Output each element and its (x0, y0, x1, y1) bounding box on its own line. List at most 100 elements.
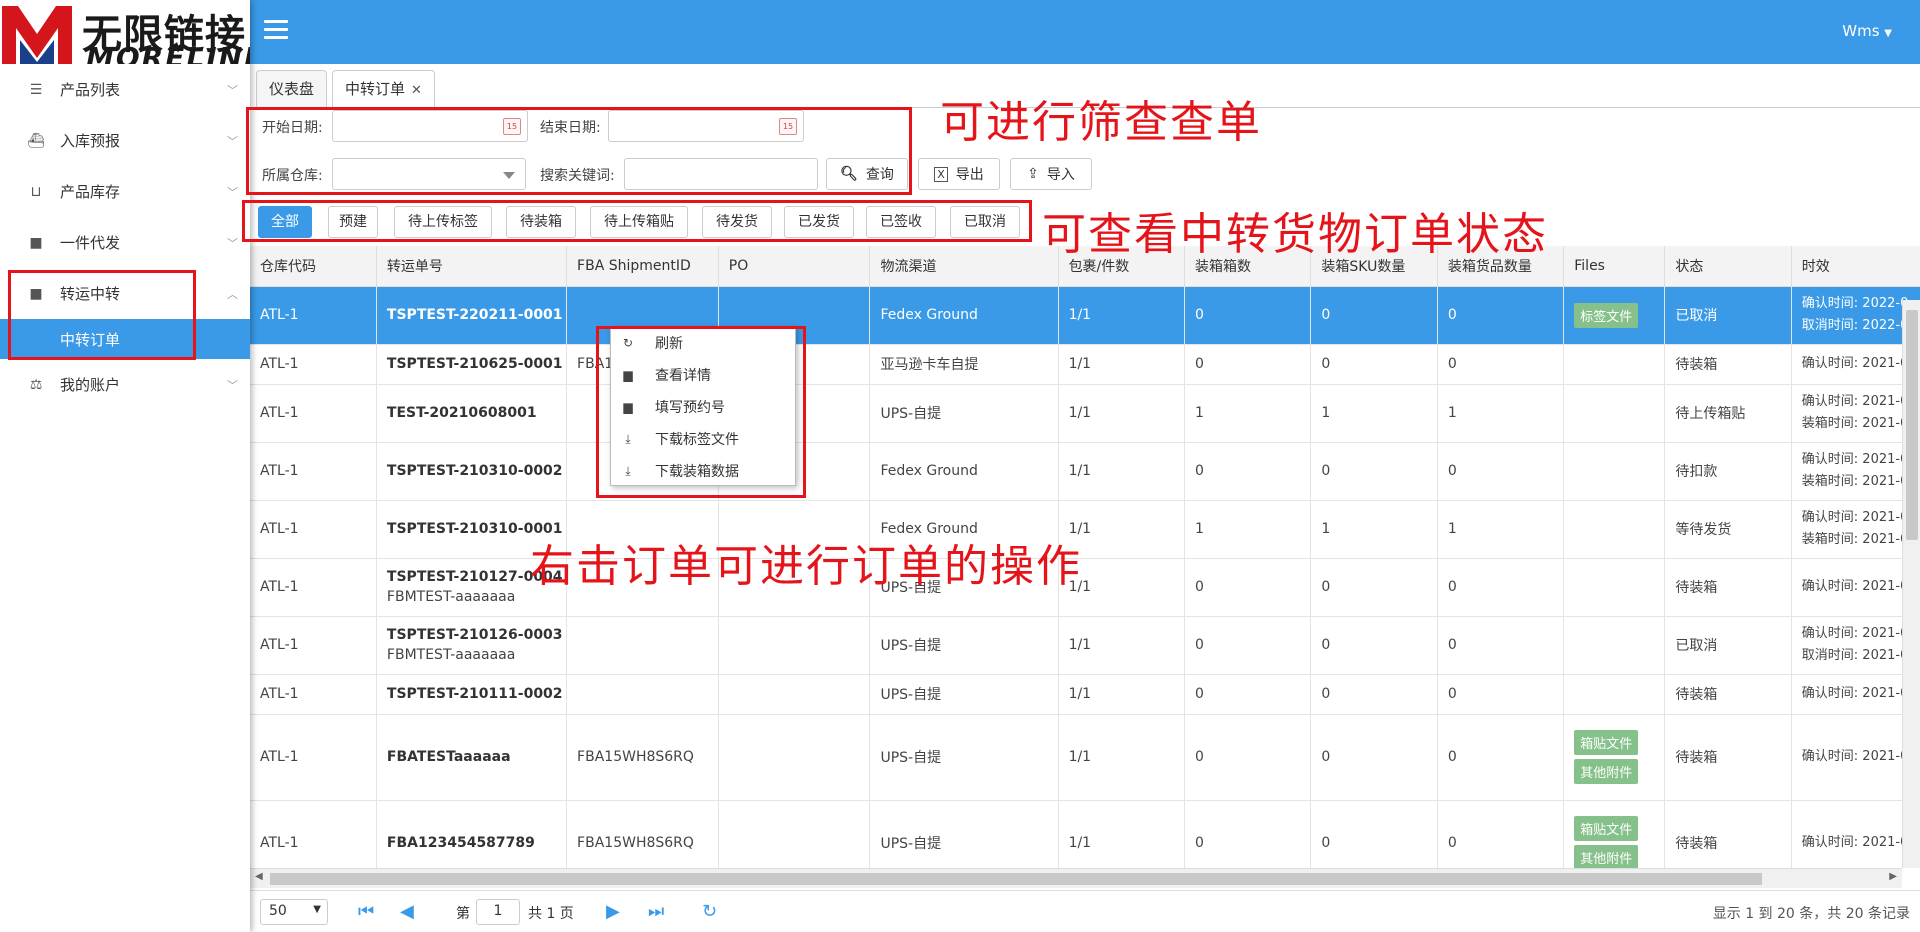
logistics-channel: Fedex Ground (880, 521, 978, 537)
prev-page-icon[interactable]: ◀ (400, 901, 414, 922)
table-row[interactable]: ATL-1 FBA123454587789 FBA15WH8S6RQ UPS-自提 1/… (250, 800, 1920, 868)
status-tab-prebuilt[interactable]: 预建 (328, 206, 378, 238)
sidebar-item-label: 一件代发 (60, 234, 121, 252)
table-row[interactable]: ATL-1 TEST-20210608001 UPS-自提 1/1 1 1 1 待上传箱贴 确认… (250, 384, 1920, 443)
file-button[interactable]: 其他附件 (1574, 845, 1639, 868)
column-header[interactable]: 仓库代码 (250, 246, 377, 287)
horizontal-scrollbar[interactable]: ◀ ▶ (250, 868, 1902, 888)
order-number[interactable]: TSPTEST-220211-0001 (387, 307, 566, 323)
warehouse-code: ATL-1 (260, 405, 299, 421)
import-button[interactable]: ⇪ 导入 (1010, 158, 1092, 190)
order-number[interactable]: TSPTEST-210127-0004 (387, 569, 566, 585)
logo-mark-icon (2, 6, 72, 64)
item-count: 0 (1447, 463, 1457, 479)
order-number[interactable]: TSPTEST-210111-0002 (387, 686, 566, 702)
scrollbar-thumb[interactable] (1906, 310, 1918, 540)
order-number[interactable]: TSPTEST-210126-0003 (387, 627, 566, 643)
order-ref: FBMTEST-aaaaaaa (386, 589, 516, 605)
package-count: 1/1 (1068, 405, 1092, 421)
column-header[interactable]: Files (1563, 246, 1666, 287)
table-row[interactable]: ATL-1 TSPTEST-210127-0004 FBMTEST-aaaaaaa U… (250, 558, 1920, 617)
table-row[interactable]: ATL-1 TSPTEST-210310-0002 Fedex Ground 1/1 0… (250, 442, 1920, 501)
status-tab-all[interactable]: 全部 (258, 206, 312, 238)
context-item-download-packing[interactable]: ⤓ 下载装箱数据 (611, 455, 795, 487)
table-row[interactable]: ATL-1 TSPTEST-210625-0001 FBA1 亚马逊卡车自提 1/1 0 0… (250, 344, 1920, 385)
sku-count: 0 (1321, 637, 1331, 653)
column-header[interactable]: 装箱箱数 (1184, 246, 1312, 287)
warehouse-code: ATL-1 (260, 637, 299, 653)
last-page-icon[interactable]: ⏭ (648, 901, 664, 922)
order-number[interactable]: TEST-20210608001 (387, 405, 566, 421)
package-count: 1/1 (1068, 521, 1092, 537)
file-button[interactable]: 箱贴文件 (1574, 730, 1639, 755)
sidebar-item-transfer-orders[interactable]: 中转订单 (0, 319, 250, 359)
status-text: 待扣款 (1675, 464, 1718, 480)
table-row[interactable]: ATL-1 TSPTEST-210111-0002 UPS-自提 1/1 0 0 0 待装箱确… (250, 674, 1920, 715)
keyword-input[interactable] (624, 158, 818, 190)
table-row[interactable]: ATL-1 FBATESTaaaaaa FBA15WH8S6RQ UPS-自提 1/1 0… (250, 714, 1920, 801)
end-date-input[interactable]: 15 (608, 110, 804, 142)
warehouse-code: ATL-1 (260, 307, 299, 323)
column-header[interactable]: 时效 (1791, 246, 1920, 287)
order-number[interactable]: TSPTEST-210625-0001 (387, 356, 566, 372)
tab-transfer-orders[interactable]: 中转订单 ✕ (332, 70, 435, 109)
status-tab-signed[interactable]: 已签收 (866, 206, 936, 238)
sidebar-item-my-account[interactable]: ⚖ 我的账户 ﹀ (0, 359, 250, 410)
page-number-input[interactable]: 1 (476, 899, 520, 925)
order-number[interactable]: TSPTEST-210310-0002 (387, 463, 566, 479)
page-total: 共 1 页 (528, 906, 574, 922)
close-icon[interactable]: ✕ (411, 83, 422, 98)
scroll-left-icon[interactable]: ◀ (255, 871, 263, 882)
item-count: 0 (1447, 749, 1457, 765)
status-tab-await-packing[interactable]: 待装箱 (506, 206, 576, 238)
table-row[interactable]: ATL-1 TSPTEST-210310-0001 Fedex Ground 1/1 1… (250, 500, 1920, 559)
scrollbar-thumb[interactable] (270, 873, 1762, 885)
tab-dashboard[interactable]: 仪表盘 (256, 70, 328, 108)
reload-icon[interactable]: ↻ (702, 901, 717, 922)
scroll-right-icon[interactable]: ▶ (1889, 871, 1897, 882)
context-item-download-label[interactable]: ⤓ 下载标签文件 (611, 423, 795, 455)
sidebar-item-inbound-forecast[interactable]: ⛴ 入库预报 ﹀ (0, 115, 250, 166)
query-button[interactable]: 🔍︎ 查询 (826, 158, 908, 190)
sidebar-item-product-list[interactable]: ☰ 产品列表 ﹀ (0, 64, 250, 115)
warehouse-select[interactable] (332, 158, 526, 190)
next-page-icon[interactable]: ▶ (606, 901, 620, 922)
vertical-scrollbar[interactable] (1902, 300, 1920, 868)
column-header[interactable]: 物流渠道 (869, 246, 1059, 287)
sidebar-item-dropship[interactable]: ■ 一件代发 ﹀ (0, 217, 250, 268)
column-header[interactable]: 转运单号 (376, 246, 568, 287)
context-item-refresh[interactable]: ↻ 刷新 (611, 327, 795, 359)
table-row[interactable]: ATL-1 TSPTEST-220211-0001 Fedex Ground 1/1 0… (250, 286, 1920, 345)
column-header[interactable]: PO (718, 246, 871, 287)
context-item-details[interactable]: ▆ 查看详情 (611, 359, 795, 391)
export-button[interactable]: X 导出 (918, 158, 1000, 190)
order-number[interactable]: FBATESTaaaaaa (387, 749, 566, 765)
sidebar-item-inventory[interactable]: ⊔ 产品库存 ﹀ (0, 166, 250, 217)
table-row[interactable]: ATL-1 TSPTEST-210126-0003 FBMTEST-aaaaaaa U… (250, 616, 1920, 675)
file-button[interactable]: 箱贴文件 (1574, 816, 1639, 841)
file-button[interactable]: 其他附件 (1574, 759, 1639, 784)
column-header[interactable]: 状态 (1664, 246, 1792, 287)
sidebar-item-transfer[interactable]: ■ 转运中转 ︿ (0, 268, 250, 319)
start-date-input[interactable]: 15 (332, 110, 528, 142)
status-tab-shipped[interactable]: 已发货 (784, 206, 854, 238)
user-menu[interactable]: Wms ▼ (1842, 22, 1892, 40)
column-header[interactable]: FBA ShipmentID (566, 246, 719, 287)
context-item-booking-no[interactable]: ▆ 填写预约号 (611, 391, 795, 423)
column-header[interactable]: 装箱SKU数量 (1310, 246, 1438, 287)
first-page-icon[interactable]: ⏮ (358, 901, 374, 922)
column-header[interactable]: 装箱货品数量 (1437, 246, 1565, 287)
order-number[interactable]: TSPTEST-210310-0001 (387, 521, 566, 537)
status-tab-await-label[interactable]: 待上传标签 (394, 206, 492, 238)
column-header[interactable]: 包裹/件数 (1058, 246, 1185, 287)
hamburger-icon[interactable] (264, 20, 288, 42)
inbox-icon: ⊔ (30, 183, 42, 200)
order-number[interactable]: FBA123454587789 (387, 835, 566, 851)
file-button[interactable]: 标签文件 (1574, 302, 1639, 328)
status-tab-await-box-label[interactable]: 待上传箱贴 (590, 206, 688, 238)
status-tab-await-ship[interactable]: 待发货 (702, 206, 772, 238)
calendar-icon[interactable]: 15 (503, 118, 521, 135)
page-size-select[interactable]: 50 ▼ (260, 899, 328, 925)
calendar-icon[interactable]: 15 (779, 118, 797, 135)
status-tab-cancelled[interactable]: 已取消 (950, 206, 1020, 238)
